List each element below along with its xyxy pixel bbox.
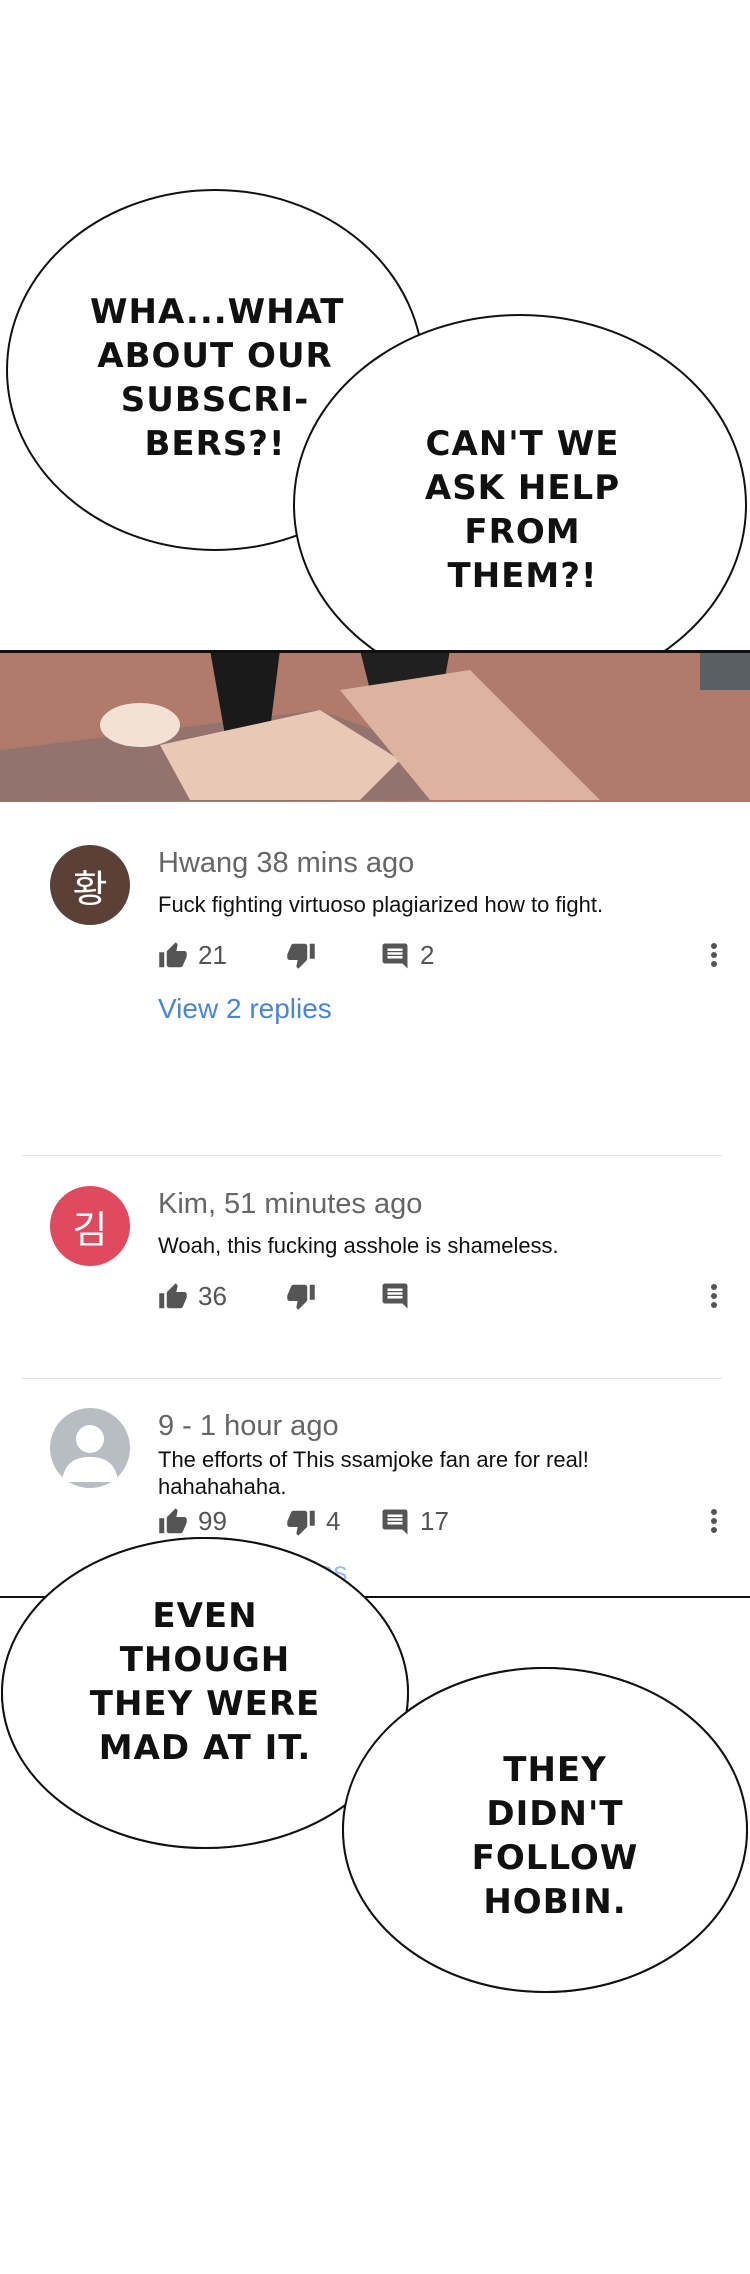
- comment-actions: 36: [158, 1281, 718, 1317]
- avatar[interactable]: 황: [50, 845, 130, 925]
- comment-text: Woah, this fucking asshole is shameless.: [158, 1233, 559, 1258]
- dislike-count: 4: [326, 1506, 341, 1536]
- dislike-button[interactable]: 4: [286, 1506, 340, 1537]
- like-button[interactable]: 36: [158, 1281, 227, 1312]
- more-button[interactable]: [710, 1283, 718, 1314]
- avatar[interactable]: 김: [50, 1186, 130, 1266]
- reply-button[interactable]: [380, 1281, 410, 1311]
- panel-art: [0, 650, 750, 802]
- more-button[interactable]: [710, 1508, 718, 1539]
- comment-icon: [382, 1509, 408, 1534]
- more-vertical-icon: [711, 943, 717, 967]
- like-button[interactable]: 21: [158, 940, 227, 971]
- thumbs-up-icon: [159, 1282, 187, 1308]
- comment-header: 9 - 1 hour ago: [158, 1410, 339, 1442]
- comic-panel-strip: [0, 650, 750, 802]
- view-replies-link[interactable]: View 17 replies: [158, 1556, 347, 1588]
- comment-header: Kim, 51 minutes ago: [158, 1188, 423, 1220]
- like-button[interactable]: 99: [158, 1506, 227, 1537]
- comment-text: Fuck fighting virtuoso plagiarized how t…: [158, 892, 604, 917]
- like-count: 21: [198, 940, 227, 970]
- speech-text-3: EVEN THOUGH THEY WERE MAD AT IT.: [89, 1596, 321, 1768]
- divider: [22, 1155, 722, 1156]
- speech-text-2: CAN'T WE ASK HELP FROM THEM?!: [424, 424, 621, 596]
- dislike-button[interactable]: [286, 1281, 316, 1311]
- thumbs-down-icon: [287, 1284, 315, 1310]
- divider: [22, 1378, 722, 1379]
- reply-count: 17: [420, 1506, 449, 1536]
- thumbs-down-icon: [287, 943, 315, 969]
- user-silhouette-icon: [62, 1425, 118, 1482]
- view-replies-link[interactable]: View 2 replies: [158, 993, 332, 1025]
- like-count: 36: [198, 1281, 227, 1311]
- more-vertical-icon: [711, 1509, 717, 1533]
- speech-text-1: WHA...WHAT ABOUT OUR SUBSCRI-BERS?!: [90, 292, 345, 464]
- reply-count: 2: [420, 940, 435, 970]
- comment-actions: 99 4 17: [158, 1506, 718, 1542]
- comment-header: Hwang 38 mins ago: [158, 847, 415, 879]
- comment-text: The efforts of This ssamjoke fan are for…: [158, 1447, 589, 1499]
- speech-text-4: THEY DIDN'T FOLLOW HOBIN.: [471, 1750, 639, 1922]
- more-vertical-icon: [711, 1284, 717, 1308]
- thumbs-down-icon: [287, 1510, 315, 1536]
- avatar[interactable]: [50, 1408, 130, 1488]
- comment-icon: [382, 1283, 408, 1309]
- comment-icon: [382, 943, 408, 968]
- reply-button[interactable]: 2: [380, 940, 434, 971]
- dislike-button[interactable]: [286, 940, 316, 970]
- like-count: 99: [198, 1506, 227, 1536]
- thumbs-up-icon: [159, 1507, 187, 1533]
- comment-actions: 21 2: [158, 940, 718, 976]
- reply-button[interactable]: 17: [380, 1506, 449, 1537]
- thumbs-up-icon: [159, 941, 187, 967]
- more-button[interactable]: [710, 942, 718, 973]
